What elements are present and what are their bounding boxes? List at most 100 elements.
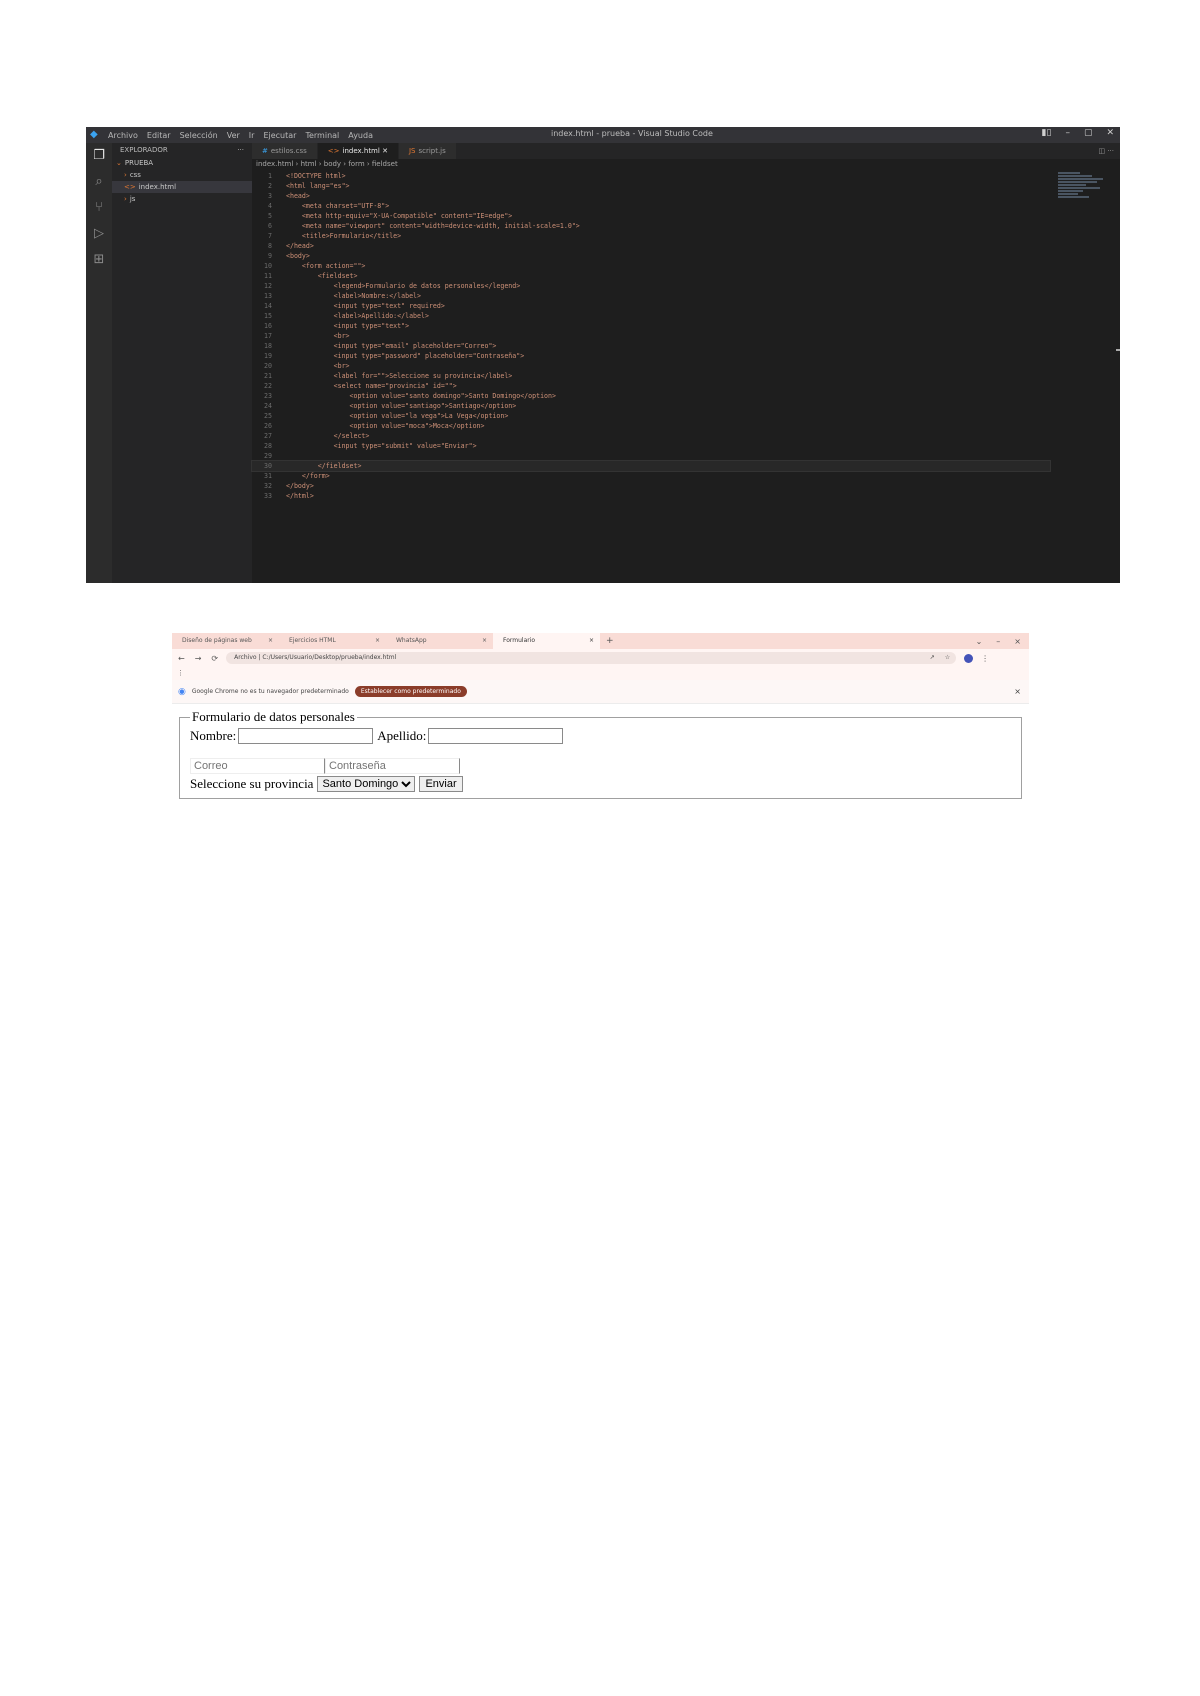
code-line[interactable]: 5 <meta http-equiv="X-UA-Compatible" con…	[252, 211, 1050, 221]
correo-input[interactable]	[190, 758, 325, 774]
close-icon[interactable]: ✕	[1106, 128, 1114, 138]
code-line[interactable]: 21 <label for="">Seleccione su provincia…	[252, 371, 1050, 381]
minimize-icon[interactable]: –	[996, 637, 1000, 646]
code-line[interactable]: 16 <input type="text">	[252, 321, 1050, 331]
back-icon[interactable]: ←	[178, 654, 185, 663]
scrollbar[interactable]	[1116, 349, 1120, 351]
split-editor-icon[interactable]: ◫ ···	[1098, 143, 1120, 159]
code-line[interactable]: 28 <input type="submit" value="Enviar">	[252, 441, 1050, 451]
code-line[interactable]: 14 <input type="text" required>	[252, 301, 1050, 311]
new-tab-button[interactable]: +	[600, 636, 620, 646]
close-icon[interactable]: ×	[375, 633, 380, 649]
maximize-icon[interactable]: ▢	[1084, 128, 1093, 138]
code-line[interactable]: 19 <input type="password" placeholder="C…	[252, 351, 1050, 361]
tab-search-icon[interactable]: ⌄	[976, 637, 983, 646]
code-line[interactable]: 31 </form>	[252, 471, 1050, 481]
contrasena-input[interactable]	[325, 758, 460, 774]
address-bar[interactable]: Archivo | C:/Users/Usuario/Desktop/prueb…	[226, 652, 957, 664]
code-line[interactable]: 23 <option value="santo domingo">Santo D…	[252, 391, 1050, 401]
code-line[interactable]: 24 <option value="santiago">Santiago</op…	[252, 401, 1050, 411]
share-icon[interactable]: ↗	[930, 652, 935, 664]
forward-icon[interactable]: →	[195, 654, 202, 663]
code-line[interactable]: 18 <input type="email" placeholder="Corr…	[252, 341, 1050, 351]
menu-item-editar[interactable]: Editar	[147, 131, 171, 140]
explorer-icon[interactable]: ❐	[86, 143, 112, 169]
provincia-select[interactable]: Santo Domingo	[317, 776, 416, 792]
tab-label: estilos.css	[270, 147, 307, 155]
code-line[interactable]: 3 <head>	[252, 191, 1050, 201]
code-line[interactable]: 17 <br>	[252, 331, 1050, 341]
tree-item-js[interactable]: › js	[112, 193, 252, 205]
code-line[interactable]: 1 <!DOCTYPE html>	[252, 171, 1050, 181]
close-icon[interactable]: ×	[482, 633, 487, 649]
reload-icon[interactable]: ⟳	[211, 654, 218, 663]
browser-tab[interactable]: Diseño de páginas web ×	[172, 633, 279, 649]
tab-script-js[interactable]: JS script.js	[398, 143, 456, 159]
code-line[interactable]: 13 <label>Nombre:</label>	[252, 291, 1050, 301]
menu-item-ir[interactable]: Ir	[249, 131, 255, 140]
code-line[interactable]: 27 </select>	[252, 431, 1050, 441]
code-line[interactable]: 2 <html lang="es">	[252, 181, 1050, 191]
code-line[interactable]: 25 <option value="la vega">La Vega</opti…	[252, 411, 1050, 421]
close-icon[interactable]: ×	[1014, 687, 1021, 696]
code-line[interactable]: 9 <body>	[252, 251, 1050, 261]
tab-estilos-css[interactable]: # estilos.css	[252, 143, 317, 159]
code-editor[interactable]: 1 <!DOCTYPE html> 2 <html lang="es"> 3 <head>…	[251, 171, 1051, 501]
tree-item-index-html[interactable]: <> index.html	[112, 181, 252, 193]
bookmark-star-icon[interactable]: ☆	[945, 652, 950, 664]
code-text: </html>	[286, 492, 314, 500]
code-line[interactable]: 10 <form action="">	[252, 261, 1050, 271]
code-line[interactable]: 26 <option value="moca">Moca</option>	[252, 421, 1050, 431]
browser-tab[interactable]: WhatsApp ×	[386, 633, 493, 649]
browser-tab-active[interactable]: Formulario ×	[493, 633, 600, 649]
source-control-icon[interactable]: ⑂	[86, 195, 112, 221]
minimize-icon[interactable]: –	[1065, 128, 1070, 138]
apps-icon[interactable]: ⋮	[177, 669, 184, 677]
extensions-icon[interactable]: ⊞	[86, 247, 112, 273]
code-line[interactable]: 7 <title>Formulario</title>	[252, 231, 1050, 241]
close-icon[interactable]: ×	[589, 633, 594, 649]
menu-item-ejecutar[interactable]: Ejecutar	[263, 131, 296, 140]
more-icon[interactable]: ···	[237, 143, 244, 157]
close-icon[interactable]: ×	[268, 633, 273, 649]
close-icon[interactable]: ✕	[382, 147, 388, 155]
browser-tabbar: Diseño de páginas web × Ejercicios HTML × …	[172, 633, 1029, 649]
apellido-input[interactable]	[428, 728, 564, 744]
tree-item-prueba[interactable]: ⌄ PRUEBA	[112, 157, 252, 169]
line-number: 7	[268, 232, 272, 240]
menu-item-archivo[interactable]: Archivo	[108, 131, 138, 140]
close-icon[interactable]: ×	[1014, 637, 1021, 646]
set-default-button[interactable]: Establecer como predeterminado	[354, 686, 467, 697]
menu-item-seleccion[interactable]: Selección	[180, 131, 218, 140]
code-line[interactable]: 33 </html>	[252, 491, 1050, 501]
run-debug-icon[interactable]: ▷	[86, 221, 112, 247]
code-line[interactable]: 11 <fieldset>	[252, 271, 1050, 281]
layout-icon[interactable]: ▮▯	[1042, 128, 1052, 138]
line-number: 14	[264, 302, 272, 310]
line-number: 21	[264, 372, 272, 380]
code-line[interactable]: 32 </body>	[252, 481, 1050, 491]
breadcrumb[interactable]: index.html › html › body › form › fields…	[256, 160, 398, 168]
code-line[interactable]: 8 </head>	[252, 241, 1050, 251]
menu-item-ver[interactable]: Ver	[227, 131, 240, 140]
tree-item-css[interactable]: › css	[112, 169, 252, 181]
code-line[interactable]: 20 <br>	[252, 361, 1050, 371]
profile-avatar[interactable]	[964, 653, 974, 663]
code-line[interactable]: 6 <meta name="viewport" content="width=d…	[252, 221, 1050, 231]
code-line[interactable]: 22 <select name="provincia" id="">	[252, 381, 1050, 391]
nombre-input[interactable]	[238, 728, 374, 744]
code-line[interactable]: 29	[252, 451, 1050, 461]
menu-item-ayuda[interactable]: Ayuda	[348, 131, 373, 140]
search-icon[interactable]: ⌕	[86, 169, 112, 195]
browser-tab[interactable]: Ejercicios HTML ×	[279, 633, 386, 649]
code-line[interactable]: 30 </fieldset>	[251, 460, 1051, 472]
code-line[interactable]: 12 <legend>Formulario de datos personale…	[252, 281, 1050, 291]
code-line[interactable]: 4 <meta charset="UTF-8">	[252, 201, 1050, 211]
code-text: <br>	[286, 362, 350, 370]
minimap[interactable]	[1058, 171, 1114, 207]
menu-icon[interactable]: ⋮	[981, 654, 989, 663]
menu-item-terminal[interactable]: Terminal	[305, 131, 339, 140]
code-line[interactable]: 15 <label>Apellido:</label>	[252, 311, 1050, 321]
tab-index-html[interactable]: <> index.html ✕	[317, 143, 398, 159]
enviar-button[interactable]: Enviar	[419, 776, 463, 792]
